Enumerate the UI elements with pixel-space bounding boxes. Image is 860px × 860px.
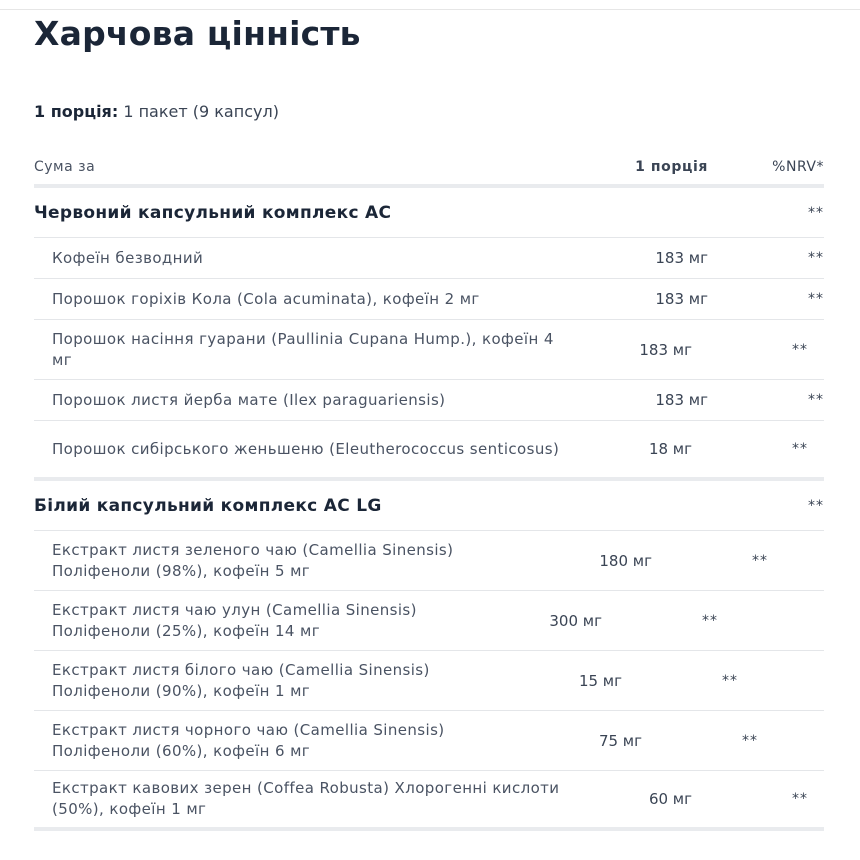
group-nrv: ** bbox=[808, 497, 824, 514]
table-row: Кофеїн безводний 183 мг ** bbox=[34, 238, 824, 279]
table-row: Порошок сибірського женьшеню (Eleutheroc… bbox=[34, 421, 824, 481]
ingredient-amount: 183 мг bbox=[655, 391, 708, 409]
ingredient-amount: 60 мг bbox=[648, 790, 692, 808]
ingredient-amount: 15 мг bbox=[578, 671, 622, 690]
ingredient-amount: 183 мг bbox=[655, 249, 708, 267]
group-name: Білий капсульний комплекс AC LG bbox=[34, 495, 382, 516]
group-row: Червоний капсульний комплекс AC ** bbox=[34, 188, 824, 238]
group-row: Білий капсульний комплекс AC LG ** bbox=[34, 481, 824, 531]
serving-value: 1 пакет (9 капсул) bbox=[123, 102, 279, 121]
ingredient-amount: 183 мг bbox=[655, 290, 708, 308]
ingredient-amount: 18 мг bbox=[648, 440, 692, 458]
ingredient-name: Екстракт листя чорного чаю (Camellia Sin… bbox=[52, 720, 445, 760]
group-name: Червоний капсульний комплекс AC bbox=[34, 202, 392, 223]
table-row: Порошок горіхів Кола (Cola acuminata), к… bbox=[34, 279, 824, 320]
ingredient-nrv: ** bbox=[792, 441, 808, 457]
ingredient-name: Кофеїн безводний bbox=[52, 248, 204, 267]
ingredient-name: Порошок насіння гуарани (Paullinia Cupan… bbox=[52, 329, 554, 369]
ingredient-nrv: ** bbox=[742, 732, 758, 749]
ingredient-name: Екстракт листя чаю улун (Camellia Sinens… bbox=[52, 600, 417, 640]
ingredient-name: Екстракт листя зеленого чаю (Camellia Si… bbox=[52, 540, 454, 580]
serving-size: 1 порція: 1 пакет (9 капсул) bbox=[34, 102, 279, 121]
table-row: Порошок листя йерба мате (Ilex paraguari… bbox=[34, 380, 824, 421]
ingredient-nrv: ** bbox=[808, 250, 824, 266]
ingredient-name: Екстракт кавових зерен (Coffea Robusta) … bbox=[52, 779, 560, 818]
nutrition-table: Сума за 1 порція %NRV* Червоний капсульн… bbox=[34, 150, 824, 831]
ingredient-amount: 183 мг bbox=[639, 340, 692, 359]
serving-label: 1 порція: bbox=[34, 102, 119, 121]
table-row: Екстракт листя чаю улун (Camellia Sinens… bbox=[34, 591, 824, 651]
table-row: Екстракт кавових зерен (Coffea Robusta) … bbox=[34, 771, 824, 831]
ingredient-nrv: ** bbox=[702, 612, 718, 629]
ingredient-nrv: ** bbox=[752, 552, 768, 569]
ingredient-amount: 180 мг bbox=[599, 551, 652, 570]
page-title: Харчова цінність bbox=[34, 14, 361, 53]
ingredient-nrv: ** bbox=[808, 291, 824, 307]
ingredient-name: Порошок сибірського женьшеню (Eleutheroc… bbox=[52, 439, 560, 458]
ingredient-nrv: ** bbox=[792, 791, 808, 807]
header-name: Сума за bbox=[34, 159, 96, 175]
ingredient-name: Порошок горіхів Кола (Cola acuminata), к… bbox=[52, 289, 480, 308]
group-nrv: ** bbox=[808, 204, 824, 221]
ingredient-nrv: ** bbox=[722, 672, 738, 689]
ingredient-amount: 300 мг bbox=[549, 611, 602, 630]
ingredient-name: Порошок листя йерба мате (Ilex paraguari… bbox=[52, 390, 446, 409]
ingredient-nrv: ** bbox=[808, 392, 824, 408]
ingredient-nrv: ** bbox=[792, 341, 808, 358]
table-row: Екстракт листя зеленого чаю (Camellia Si… bbox=[34, 531, 824, 591]
top-divider bbox=[0, 9, 860, 10]
ingredient-amount: 75 мг bbox=[598, 731, 642, 750]
table-row: Порошок насіння гуарани (Paullinia Cupan… bbox=[34, 320, 824, 380]
header-nrv: %NRV* bbox=[772, 159, 824, 175]
table-header: Сума за 1 порція %NRV* bbox=[34, 150, 824, 188]
table-row: Екстракт листя білого чаю (Camellia Sine… bbox=[34, 651, 824, 711]
header-amount: 1 порція bbox=[635, 159, 708, 175]
ingredient-name: Екстракт листя білого чаю (Camellia Sine… bbox=[52, 660, 430, 700]
table-row: Екстракт листя чорного чаю (Camellia Sin… bbox=[34, 711, 824, 771]
